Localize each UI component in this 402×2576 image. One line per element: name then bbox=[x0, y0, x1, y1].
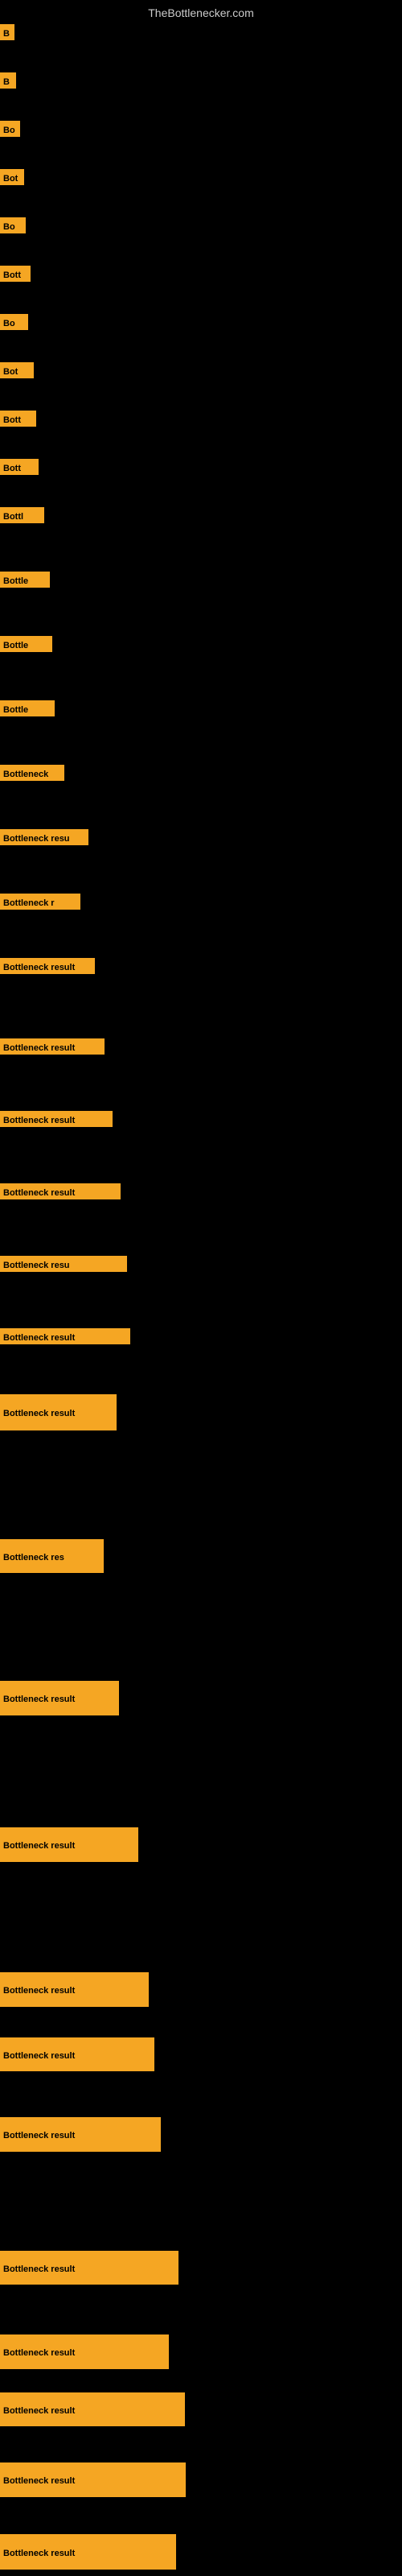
bar-label-12: Bottle bbox=[0, 572, 50, 588]
bar-label-10: Bott bbox=[0, 459, 39, 475]
bar-label-20: Bottleneck result bbox=[0, 1111, 113, 1127]
bar-item-26: Bottleneck result bbox=[0, 1681, 119, 1719]
bar-label-3: Bo bbox=[0, 121, 20, 137]
bar-item-17: Bottleneck r bbox=[0, 894, 80, 914]
bar-item-2: B bbox=[0, 72, 16, 93]
bar-label-25: Bottleneck res bbox=[0, 1539, 104, 1573]
bar-item-16: Bottleneck resu bbox=[0, 829, 88, 849]
bar-item-13: Bottle bbox=[0, 636, 52, 656]
bar-label-14: Bottle bbox=[0, 700, 55, 716]
bar-label-27: Bottleneck result bbox=[0, 1827, 138, 1862]
bar-label-24: Bottleneck result bbox=[0, 1394, 117, 1430]
bar-label-15: Bottleneck bbox=[0, 765, 64, 781]
bar-label-5: Bo bbox=[0, 217, 26, 233]
bar-label-11: Bottl bbox=[0, 507, 44, 523]
bar-label-6: Bott bbox=[0, 266, 31, 282]
bar-item-19: Bottleneck result bbox=[0, 1038, 105, 1059]
bar-item-34: Bottleneck result bbox=[0, 2462, 186, 2501]
bar-item-22: Bottleneck resu bbox=[0, 1256, 127, 1276]
bar-label-23: Bottleneck result bbox=[0, 1328, 130, 1344]
bar-item-24: Bottleneck result bbox=[0, 1394, 117, 1435]
bar-item-35: Bottleneck result bbox=[0, 2534, 176, 2574]
site-title: TheBottlenecker.com bbox=[0, 0, 402, 23]
bar-label-7: Bo bbox=[0, 314, 28, 330]
bar-label-21: Bottleneck result bbox=[0, 1183, 121, 1199]
bar-label-29: Bottleneck result bbox=[0, 2037, 154, 2071]
bar-label-19: Bottleneck result bbox=[0, 1038, 105, 1055]
bar-item-32: Bottleneck result bbox=[0, 2334, 169, 2373]
bar-item-14: Bottle bbox=[0, 700, 55, 720]
bar-label-34: Bottleneck result bbox=[0, 2462, 186, 2497]
bar-item-21: Bottleneck result bbox=[0, 1183, 121, 1203]
bar-item-8: Bot bbox=[0, 362, 34, 382]
bar-label-8: Bot bbox=[0, 362, 34, 378]
bar-label-33: Bottleneck result bbox=[0, 2392, 185, 2426]
bar-item-33: Bottleneck result bbox=[0, 2392, 185, 2430]
bar-label-31: Bottleneck result bbox=[0, 2251, 178, 2285]
bar-label-28: Bottleneck result bbox=[0, 1972, 149, 2007]
bar-item-7: Bo bbox=[0, 314, 28, 334]
bar-label-18: Bottleneck result bbox=[0, 958, 95, 974]
bar-item-9: Bott bbox=[0, 411, 36, 431]
bar-label-26: Bottleneck result bbox=[0, 1681, 119, 1715]
bar-item-27: Bottleneck result bbox=[0, 1827, 138, 1866]
bar-item-10: Bott bbox=[0, 459, 39, 479]
bar-item-29: Bottleneck result bbox=[0, 2037, 154, 2075]
bar-item-18: Bottleneck result bbox=[0, 958, 95, 978]
bar-label-22: Bottleneck resu bbox=[0, 1256, 127, 1272]
bar-label-32: Bottleneck result bbox=[0, 2334, 169, 2369]
bar-item-1: B bbox=[0, 24, 14, 44]
bar-item-30: Bottleneck result bbox=[0, 2117, 161, 2156]
bar-item-3: Bo bbox=[0, 121, 20, 141]
bar-item-28: Bottleneck result bbox=[0, 1972, 149, 2011]
bar-item-12: Bottle bbox=[0, 572, 50, 592]
bar-label-16: Bottleneck resu bbox=[0, 829, 88, 845]
bar-item-23: Bottleneck result bbox=[0, 1328, 130, 1348]
bar-item-5: Bo bbox=[0, 217, 26, 237]
bar-item-20: Bottleneck result bbox=[0, 1111, 113, 1131]
bar-item-31: Bottleneck result bbox=[0, 2251, 178, 2289]
bar-item-4: Bot bbox=[0, 169, 24, 189]
bar-item-15: Bottleneck bbox=[0, 765, 64, 785]
bar-label-17: Bottleneck r bbox=[0, 894, 80, 910]
bar-item-25: Bottleneck res bbox=[0, 1539, 104, 1577]
bar-item-11: Bottl bbox=[0, 507, 44, 527]
bar-label-2: B bbox=[0, 72, 16, 89]
bar-item-6: Bott bbox=[0, 266, 31, 286]
bar-label-4: Bot bbox=[0, 169, 24, 185]
bar-label-35: Bottleneck result bbox=[0, 2534, 176, 2570]
bar-label-1: B bbox=[0, 24, 14, 40]
bar-label-30: Bottleneck result bbox=[0, 2117, 161, 2152]
bar-label-9: Bott bbox=[0, 411, 36, 427]
bar-label-13: Bottle bbox=[0, 636, 52, 652]
